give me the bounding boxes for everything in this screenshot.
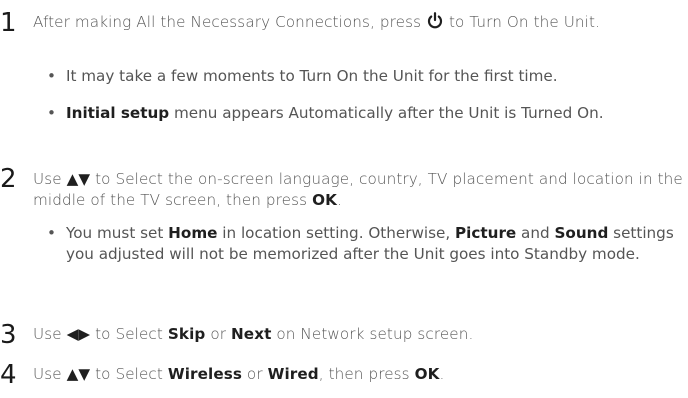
- up-down-arrows-icon: ▲▼: [66, 170, 91, 188]
- step-3-text-d: on Network setup screen.: [271, 325, 474, 343]
- ok-label: OK: [312, 191, 337, 209]
- step-4-text-e: .: [439, 365, 445, 383]
- step-1-text-b: to Turn On the Unit.: [444, 13, 600, 31]
- bullet-text-rest: menu appears Automatically after the Uni…: [169, 104, 604, 122]
- wireless-label: Wireless: [167, 365, 242, 383]
- skip-label: Skip: [167, 325, 206, 343]
- step-number-4: 4: [0, 360, 17, 390]
- step-2-text-a: Use: [33, 170, 67, 188]
- sound-label: Sound: [554, 224, 609, 242]
- bullet-text: You must set Home in location setting. O…: [47, 223, 677, 265]
- next-label: Next: [230, 325, 272, 343]
- step-4-text: Use ▲▼ to Select Wireless or Wired, then…: [33, 364, 683, 385]
- bullet-dot: •: [47, 104, 56, 122]
- step-3-text-a: Use: [33, 325, 67, 343]
- bullet-text-part: in location setting. Otherwise,: [217, 224, 456, 242]
- ok-label: OK: [414, 365, 440, 383]
- home-label: Home: [168, 224, 218, 242]
- left-right-arrows-icon: ◀▶: [66, 325, 91, 343]
- bullet-dot: •: [47, 224, 56, 242]
- step-2-text-b: to Select the on-screen language, countr…: [33, 170, 683, 209]
- step-3-text: Use ◀▶ to Select Skip or Next on Network…: [33, 324, 683, 345]
- step-4-text-b: to Select: [90, 365, 168, 383]
- step-4-text-c: or: [242, 365, 268, 383]
- step-2-bullet-1: • You must set Home in location setting.…: [47, 223, 677, 265]
- step-2-text-c: .: [336, 191, 342, 209]
- step-3-text-b: to Select: [90, 325, 168, 343]
- power-icon: [427, 12, 443, 29]
- bullet-text-part: You must set: [66, 224, 169, 242]
- initial-setup-label: Initial setup: [66, 104, 170, 122]
- step-number-1: 1: [0, 8, 17, 38]
- bullet-text-part: and: [516, 224, 555, 242]
- step-1-text: After making All the Necessary Connectio…: [33, 12, 683, 33]
- bullet-dot: •: [47, 67, 56, 85]
- step-1-text-a: After making All the Necessary Connectio…: [33, 13, 427, 31]
- picture-label: Picture: [455, 224, 517, 242]
- step-4-text-a: Use: [33, 365, 67, 383]
- step-1-bullet-1: • It may take a few moments to Turn On t…: [47, 66, 677, 87]
- bullet-text: It may take a few moments to Turn On the…: [66, 67, 558, 85]
- step-4-text-d: , then press: [318, 365, 415, 383]
- step-1-bullet-2: • Initial setup menu appears Automatical…: [47, 103, 677, 124]
- step-2-text: Use ▲▼ to Select the on-screen language,…: [33, 169, 683, 211]
- wired-label: Wired: [267, 365, 319, 383]
- step-3-text-c: or: [205, 325, 231, 343]
- step-number-2: 2: [0, 164, 17, 194]
- step-number-3: 3: [0, 320, 17, 350]
- up-down-arrows-icon: ▲▼: [66, 365, 91, 383]
- bullet-text: Initial setup menu appears Automatically…: [47, 103, 677, 124]
